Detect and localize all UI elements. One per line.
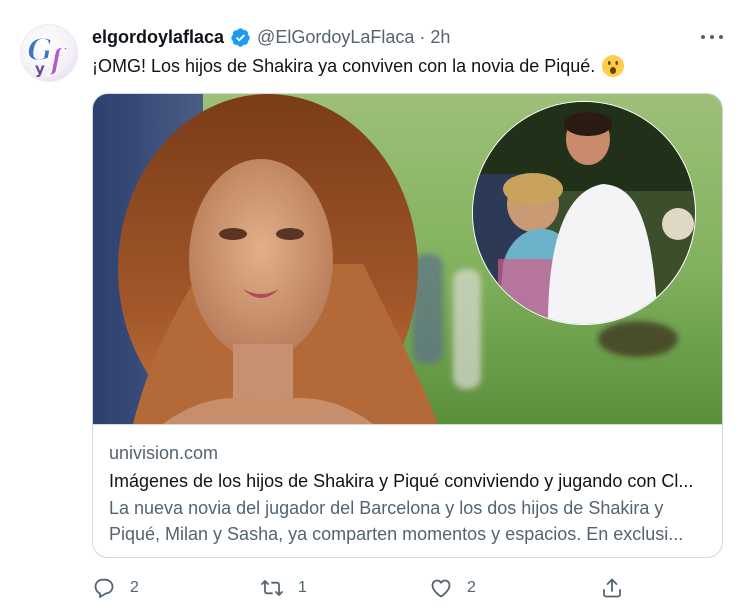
separator-dot: · bbox=[419, 26, 426, 47]
link-preview-card[interactable]: univision.com Imágenes de los hijos de S… bbox=[92, 93, 723, 558]
more-options-button[interactable] bbox=[701, 28, 723, 46]
link-description-line: La nueva novia del jugador del Barcelona… bbox=[109, 498, 664, 518]
gyf-logo-icon: G y f bbox=[26, 32, 69, 79]
retweet-icon bbox=[261, 580, 283, 596]
retweet-count: 1 bbox=[298, 579, 307, 596]
reply-button[interactable]: 2 bbox=[92, 574, 139, 602]
retweet-button[interactable]: 1 bbox=[260, 574, 307, 602]
avatar-letter-f: f bbox=[48, 43, 68, 78]
tweet[interactable]: G y f elgordoylaflaca @ElGordoyLaFlaca ·… bbox=[0, 0, 745, 612]
author-name[interactable]: elgordoylaflaca bbox=[92, 27, 224, 48]
link-preview-image bbox=[93, 94, 722, 424]
link-preview-meta: univision.com Imágenes de los hijos de S… bbox=[93, 424, 722, 557]
link-title: Imágenes de los hijos de Shakira y Piqué… bbox=[109, 471, 694, 491]
verified-badge-icon bbox=[230, 27, 251, 48]
share-icon bbox=[603, 578, 621, 598]
like-count: 2 bbox=[467, 579, 476, 596]
reply-icon bbox=[94, 578, 114, 598]
tweet-text-row: ¡OMG! Los hijos de Shakira ya conviven c… bbox=[92, 54, 625, 78]
tweet-header: elgordoylaflaca @ElGordoyLaFlaca · 2h bbox=[92, 26, 450, 48]
dot-icon bbox=[719, 35, 723, 39]
face-with-open-mouth-emoji-icon bbox=[601, 54, 625, 78]
author-handle[interactable]: @ElGordoyLaFlaca bbox=[257, 27, 414, 48]
link-domain: univision.com bbox=[109, 443, 219, 463]
tweet-timestamp[interactable]: 2h bbox=[430, 27, 450, 48]
link-description-line: Piqué, Milan y Sasha, ya comparten momen… bbox=[109, 524, 684, 544]
share-button[interactable] bbox=[600, 574, 624, 602]
tweet-text: ¡OMG! Los hijos de Shakira ya conviven c… bbox=[92, 56, 596, 76]
dot-icon bbox=[710, 35, 714, 39]
link-description: La nueva novia del jugador del Barcelona… bbox=[109, 495, 706, 547]
like-button[interactable]: 2 bbox=[429, 574, 476, 602]
reply-count: 2 bbox=[130, 579, 139, 596]
heart-icon bbox=[431, 579, 451, 598]
tweet-actions: 2 1 2 bbox=[92, 574, 652, 602]
dot-icon bbox=[701, 35, 705, 39]
avatar[interactable]: G y f bbox=[20, 24, 78, 82]
avatar-letter-y: y bbox=[35, 60, 45, 78]
